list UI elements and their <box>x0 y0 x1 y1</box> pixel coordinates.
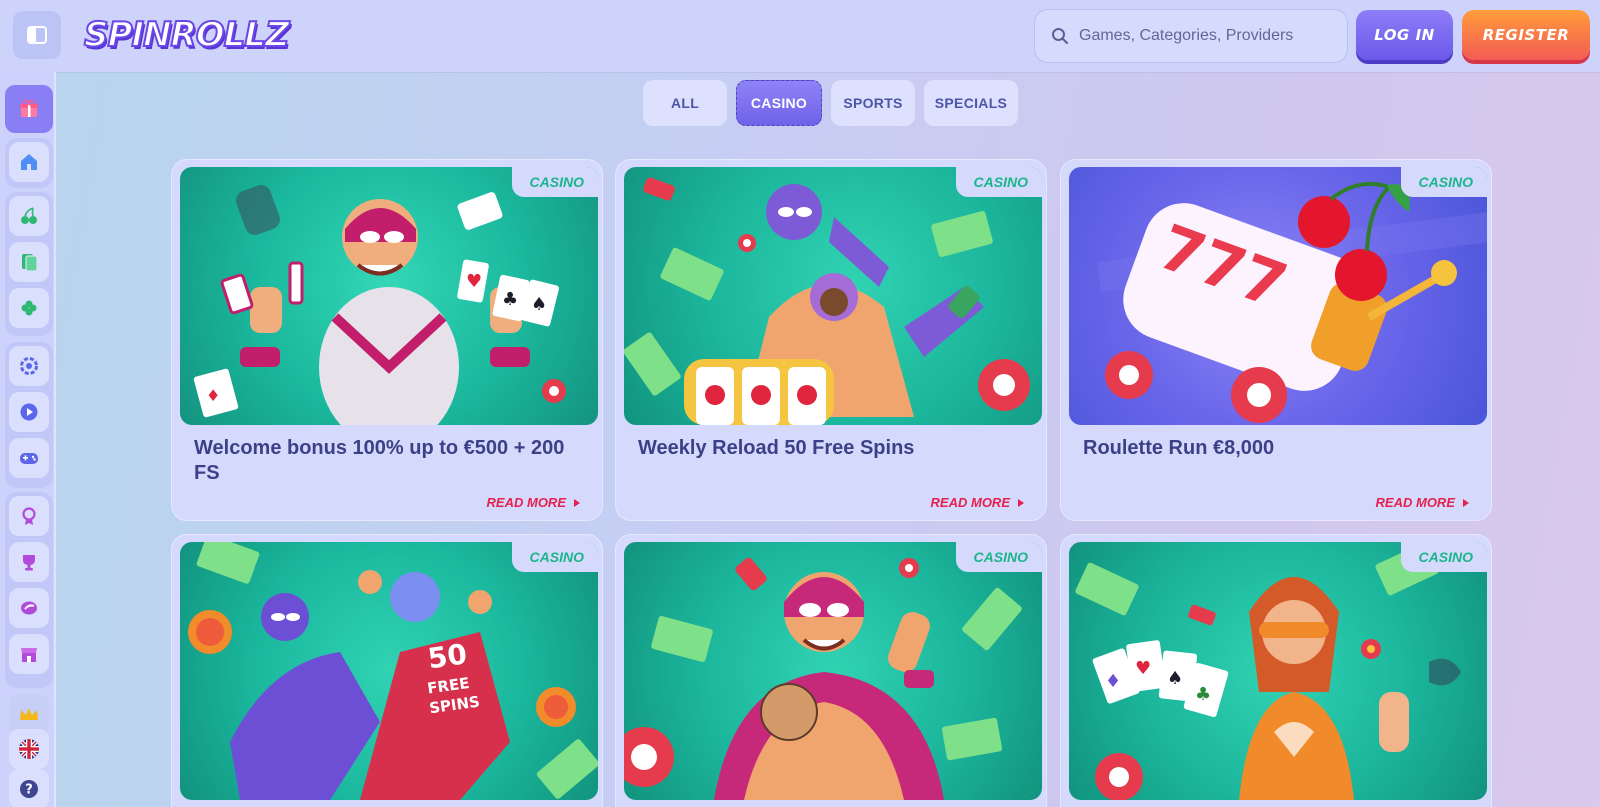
promo-card[interactable]: CASINO Weekly Reload 50 Free Spins READ … <box>615 159 1047 521</box>
sidebar-item-roulette[interactable] <box>9 346 49 386</box>
read-more-label: READ MORE <box>930 495 1010 510</box>
help-icon: ? <box>20 780 38 798</box>
sidebar-item-promotions[interactable] <box>5 85 53 133</box>
read-more-label: READ MORE <box>1375 495 1455 510</box>
home-icon <box>21 154 37 170</box>
svg-text:♥: ♥ <box>466 271 482 292</box>
category-badge: CASINO <box>511 167 598 197</box>
promo-title: Welcome bonus 100% up to €500 + 200 FS <box>194 437 565 484</box>
arrow-right-icon <box>1463 498 1469 507</box>
bolt-icon <box>21 601 37 615</box>
svg-text:♣: ♣ <box>502 289 518 310</box>
promo-image: ♦ ♥ ♠ ♣ CASINO <box>1069 542 1487 800</box>
svg-text:♥: ♥ <box>1135 658 1151 679</box>
help-button[interactable]: ? <box>9 769 49 807</box>
category-badge: CASINO <box>1400 167 1487 197</box>
tab-sports[interactable]: SPORTS <box>831 80 915 126</box>
language-selector[interactable] <box>9 729 49 769</box>
svg-text:♠: ♠ <box>1167 668 1183 689</box>
sidebar-item-lucky[interactable] <box>9 288 49 328</box>
sidebar-item-vip-club[interactable] <box>9 694 49 734</box>
sidebar-item-live[interactable] <box>9 392 49 432</box>
sidebar-toggle-icon <box>27 26 47 44</box>
sidebar-item-boosts[interactable] <box>9 588 49 628</box>
read-more-label: READ MORE <box>486 495 566 510</box>
svg-text:♠: ♠ <box>531 294 547 315</box>
svg-text:♣: ♣ <box>1195 684 1211 705</box>
roulette-icon <box>20 357 38 375</box>
promo-card[interactable]: ♦ ♥ ♠ ♣ CASINO <box>1060 534 1492 807</box>
promo-card[interactable]: 777 CASINO Roulette Run €8,000 READ MORE <box>1060 159 1492 521</box>
promo-card[interactable]: CASINO <box>615 534 1047 807</box>
promo-image: ♥ ♣ ♠ ♦ CASINO <box>180 167 598 425</box>
tab-all[interactable]: ALL <box>643 80 727 126</box>
category-badge: CASINO <box>511 542 598 572</box>
gift-icon <box>20 99 38 117</box>
promo-category-tabs: ALL CASINO SPORTS SPECIALS <box>643 80 1018 126</box>
cherry-icon <box>21 207 37 224</box>
promo-title: Roulette Run €8,000 <box>1083 437 1275 459</box>
site-logo[interactable]: SPINROLLZ <box>83 14 291 56</box>
play-icon <box>20 403 38 421</box>
promo-image: 777 CASINO <box>1069 167 1487 425</box>
left-sidebar: ? <box>0 72 56 807</box>
promo-image: 50 FREE SPINS CASINO <box>180 542 598 800</box>
sidebar-item-shop[interactable] <box>9 634 49 674</box>
promo-image: CASINO <box>624 542 1042 800</box>
sidebar-item-table-games[interactable] <box>9 242 49 282</box>
search-input[interactable] <box>1079 27 1329 45</box>
sidebar-item-games[interactable] <box>9 438 49 478</box>
svg-text:50: 50 <box>426 637 469 675</box>
trophy-icon <box>23 555 35 571</box>
read-more-link[interactable]: READ MORE <box>1376 495 1469 510</box>
svg-text:♦: ♦ <box>206 386 220 405</box>
read-more-link[interactable]: READ MORE <box>931 495 1024 510</box>
uk-flag-icon <box>19 739 39 759</box>
promo-title: Weekly Reload 50 Free Spins <box>638 437 915 459</box>
cards-icon <box>22 254 38 272</box>
arrow-right-icon <box>1018 498 1024 507</box>
promo-image: CASINO <box>624 167 1042 425</box>
login-button[interactable]: LOG IN <box>1356 10 1453 60</box>
svg-text:?: ? <box>25 783 33 798</box>
shop-icon <box>21 648 37 662</box>
medal-icon <box>22 507 36 525</box>
read-more-link[interactable]: READ MORE <box>487 495 580 510</box>
sidebar-item-home[interactable] <box>9 142 49 182</box>
sidebar-toggle-button[interactable] <box>13 11 61 59</box>
sidebar-item-tournaments[interactable] <box>9 542 49 582</box>
category-badge: CASINO <box>955 542 1042 572</box>
category-badge: CASINO <box>1400 542 1487 572</box>
register-button[interactable]: REGISTER <box>1462 10 1590 60</box>
search-icon <box>1052 28 1068 44</box>
crown-icon <box>20 708 38 720</box>
gamepad-icon <box>20 453 38 464</box>
search-box[interactable] <box>1034 9 1348 63</box>
promo-card[interactable]: ♥ ♣ ♠ ♦ CASINO Welcome bonus 100% up to … <box>171 159 603 521</box>
sidebar-item-slots[interactable] <box>9 196 49 236</box>
tab-casino[interactable]: CASINO <box>736 80 822 126</box>
promo-card[interactable]: 50 FREE SPINS CASINO <box>171 534 603 807</box>
top-header: SPINROLLZ LOG IN REGISTER <box>0 0 1600 72</box>
category-badge: CASINO <box>955 167 1042 197</box>
svg-text:♦: ♦ <box>1105 671 1121 692</box>
arrow-right-icon <box>574 498 580 507</box>
sidebar-item-vip[interactable] <box>9 496 49 536</box>
clover-icon <box>21 300 37 316</box>
tab-specials[interactable]: SPECIALS <box>924 80 1018 126</box>
